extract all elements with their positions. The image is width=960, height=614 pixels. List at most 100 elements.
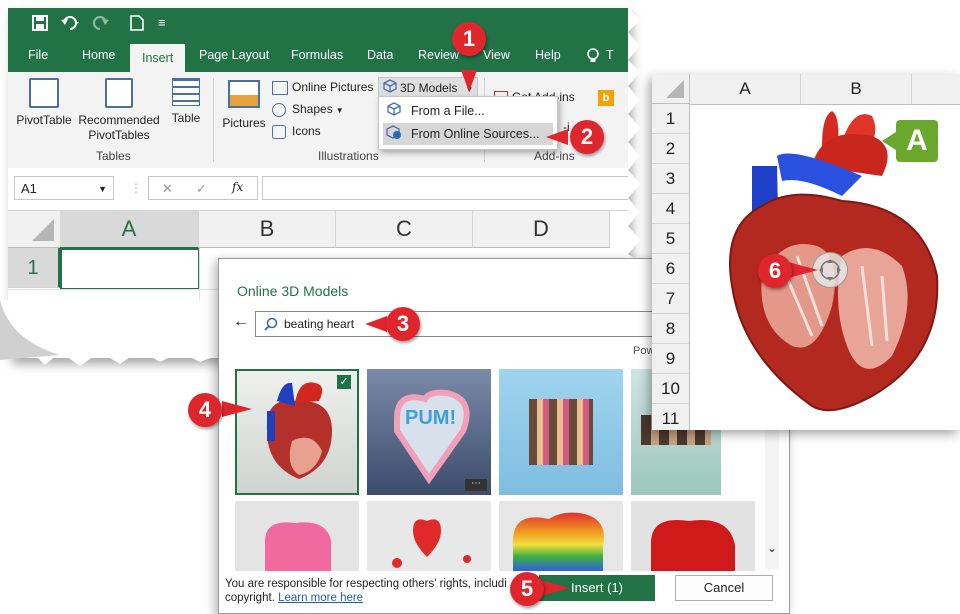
column-header-c[interactable] xyxy=(912,74,960,105)
name-box-dropdown-icon[interactable]: ▼ xyxy=(98,177,107,201)
model-thumb-red-heart[interactable] xyxy=(631,501,755,571)
callout-3: 3 xyxy=(386,307,420,341)
formula-divider-icon: ⋮ xyxy=(130,181,142,195)
row-header[interactable]: 7 xyxy=(652,284,690,314)
pivottable-button[interactable]: PivotTable xyxy=(14,78,74,128)
menu-item-from-file[interactable]: From a File... xyxy=(383,100,553,122)
redo-icon[interactable] xyxy=(92,15,114,35)
cube-globe-icon xyxy=(383,124,405,146)
row-header[interactable]: 4 xyxy=(652,194,690,224)
pictures-button[interactable]: Pictures xyxy=(220,80,268,131)
row-header[interactable]: 2 xyxy=(652,134,690,164)
model-thumb-pum-heart[interactable]: PUM! ⋯ xyxy=(367,369,491,495)
select-all-corner[interactable] xyxy=(8,211,61,248)
learn-more-link[interactable]: Learn more here xyxy=(278,592,363,604)
online-pictures-icon xyxy=(272,80,288,95)
row-header[interactable]: 1 xyxy=(652,104,690,134)
row-header[interactable]: 8 xyxy=(652,314,690,344)
ribbon-tabs: File Home Insert Page Layout Formulas Da… xyxy=(8,40,628,72)
tell-me-label[interactable]: T xyxy=(606,48,614,62)
dialog-title: Online 3D Models xyxy=(237,283,349,299)
pivottable-label: PivotTable xyxy=(16,113,72,127)
column-header-a[interactable]: A xyxy=(60,211,199,249)
red-heart-image xyxy=(651,519,735,571)
column-header-c[interactable]: C xyxy=(336,211,473,248)
cancel-entry-icon[interactable]: ✕ xyxy=(162,181,173,197)
row-header[interactable]: 10 xyxy=(652,374,690,404)
group-divider xyxy=(213,78,214,162)
tab-data[interactable]: Data xyxy=(367,48,393,62)
row-header[interactable]: 6 xyxy=(652,254,690,284)
tab-file[interactable]: File xyxy=(28,48,48,62)
table-label: Table xyxy=(171,111,201,125)
row-header[interactable]: 11 xyxy=(652,404,690,430)
callout-6: 6 xyxy=(758,254,792,288)
photo-collage-image xyxy=(529,399,593,465)
column-header-b[interactable]: B xyxy=(801,74,912,105)
recommended-pivottables-icon xyxy=(105,78,133,108)
column-header-b[interactable]: B xyxy=(199,211,336,248)
bing-icon[interactable]: b xyxy=(598,90,614,106)
insert-function-icon[interactable]: fx xyxy=(232,180,243,194)
tab-formulas[interactable]: Formulas xyxy=(291,48,343,62)
callout-4: 4 xyxy=(188,393,222,427)
model-thumb-photo-collage[interactable] xyxy=(499,369,623,495)
callout-1: 1 xyxy=(452,22,486,56)
model-thumb-heart-anatomy[interactable]: ✓ xyxy=(235,369,359,495)
cell-a1[interactable] xyxy=(60,248,200,290)
search-input[interactable]: beating heart xyxy=(255,311,685,337)
tab-insert[interactable]: Insert xyxy=(130,44,186,72)
callout-pointer xyxy=(540,580,570,596)
rights-notice-line1: You are responsible for respecting other… xyxy=(225,578,507,590)
tab-home[interactable]: Home xyxy=(82,48,115,62)
online-pictures-label: Online Pictures xyxy=(292,80,374,94)
model-thumb-small-hearts[interactable] xyxy=(367,501,491,571)
pictures-label: Pictures xyxy=(222,116,266,130)
row-header-1[interactable]: 1 xyxy=(8,248,60,288)
model-thumb-rainbow-heart[interactable] xyxy=(499,501,623,571)
lightbulb-icon[interactable] xyxy=(586,48,600,67)
recommended-pivottables-button[interactable]: Recommended PivotTables xyxy=(76,78,162,143)
back-arrow-icon[interactable]: ← xyxy=(233,313,249,331)
formula-input[interactable] xyxy=(262,176,628,200)
formula-bar: A1 ▼ ⋮ ✕ ✓ fx xyxy=(8,168,628,211)
select-all-corner[interactable] xyxy=(652,74,690,104)
row-header[interactable]: 3 xyxy=(652,164,690,194)
search-icon xyxy=(264,317,278,334)
enter-entry-icon[interactable]: ✓ xyxy=(196,181,207,197)
rights-notice-line2: copyright. xyxy=(225,592,275,604)
gridline xyxy=(199,248,200,358)
shapes-button[interactable]: Shapes ▼ xyxy=(272,100,344,118)
icons-button[interactable]: Icons xyxy=(272,122,321,140)
addins-group-label: Add-ins xyxy=(534,149,575,163)
model-thumb-pink-heart[interactable] xyxy=(235,501,359,571)
shapes-dropdown-icon: ▼ xyxy=(335,106,344,115)
cancel-button[interactable]: Cancel xyxy=(675,575,773,601)
customize-qat-icon[interactable]: ≡ xyxy=(158,15,166,30)
callout-pointer xyxy=(222,401,252,417)
save-icon[interactable] xyxy=(32,15,48,35)
shapes-icon xyxy=(272,102,286,117)
tab-page-layout[interactable]: Page Layout xyxy=(199,48,269,62)
table-button[interactable]: Table xyxy=(166,78,206,126)
menu-item-from-file-label: From a File... xyxy=(411,104,485,118)
new-doc-icon[interactable] xyxy=(130,15,144,35)
menu-item-from-online[interactable]: From Online Sources... xyxy=(383,123,553,145)
cube-icon xyxy=(383,101,405,123)
more-options-icon[interactable]: ⋯ xyxy=(465,479,487,491)
pum-text: PUM! xyxy=(405,407,457,429)
callout-pointer xyxy=(788,262,818,278)
row-header[interactable]: 5 xyxy=(652,224,690,254)
column-header-d[interactable]: D xyxy=(473,211,610,248)
tab-review[interactable]: Review xyxy=(418,48,459,62)
undo-icon[interactable] xyxy=(60,15,82,35)
tab-view[interactable]: View xyxy=(483,48,510,62)
column-header-a[interactable]: A xyxy=(690,74,801,105)
row-header[interactable]: 9 xyxy=(652,344,690,374)
shapes-label: Shapes xyxy=(292,102,333,116)
pink-heart-image xyxy=(265,522,331,571)
tab-help[interactable]: Help xyxy=(535,48,561,62)
scroll-down-icon[interactable]: ⌄ xyxy=(767,541,777,555)
name-box[interactable]: A1 ▼ xyxy=(14,176,114,200)
online-pictures-button[interactable]: Online Pictures xyxy=(272,78,373,96)
